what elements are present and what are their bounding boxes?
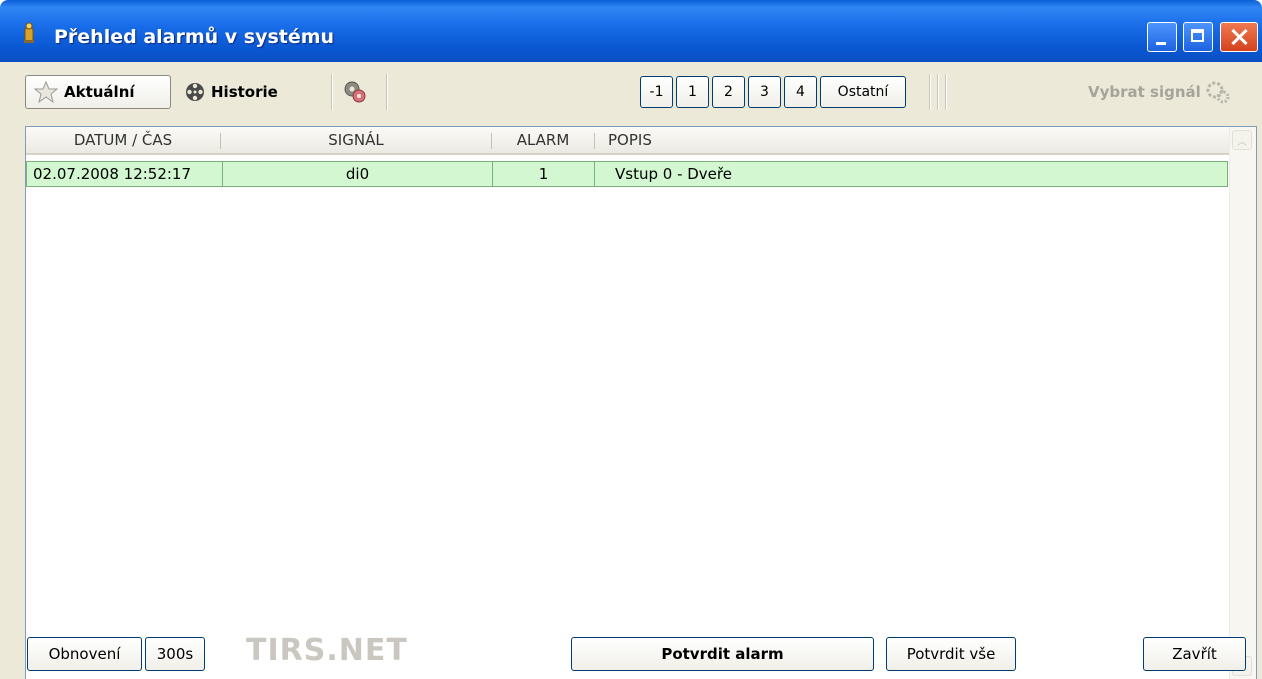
level-button-3[interactable]: 3 [748,76,781,108]
column-header-datetime[interactable]: DATUM / ČAS [26,127,220,153]
close-button[interactable]: Zavřít [1143,637,1246,671]
footer-bar: Obnovení 300s TIRS.NET Potvrdit alarm Po… [0,627,1262,679]
toolbar: Aktuální Historie -1 1 2 3 4 Ostatní Vyb… [0,62,1262,122]
film-reel-icon [186,83,204,101]
star-icon [34,81,58,103]
refresh-interval-button[interactable]: 300s [145,637,205,671]
column-header-signal[interactable]: SIGNÁL [221,127,491,153]
vertical-scrollbar[interactable]: ︿ ﹀ [1229,127,1256,679]
filter-settings-button[interactable] [342,78,372,106]
level-label: 3 [760,84,769,100]
toolbar-separator [937,74,938,110]
level-button-other[interactable]: Ostatní [820,76,906,108]
confirm-all-label: Potvrdit vše [906,645,996,663]
column-header-description[interactable]: POPIS [608,127,1008,153]
tab-history[interactable]: Historie [183,75,278,109]
alarm-table: DATUM / ČAS SIGNÁL ALARM POPIS 02.07.200… [25,126,1257,679]
select-signal-label: Vybrat signál [1088,83,1201,101]
select-signal-button[interactable]: Vybrat signál [1088,75,1231,109]
column-divider[interactable] [594,133,595,149]
close-label: Zavřít [1172,645,1217,663]
interval-label: 300s [156,645,194,663]
cell-description: Vstup 0 - Dveře [615,165,732,183]
close-window-button[interactable] [1220,22,1258,52]
column-header-alarm[interactable]: ALARM [492,127,594,153]
refresh-button[interactable]: Obnovení [27,637,142,671]
confirm-all-button[interactable]: Potvrdit vše [886,637,1016,671]
gears-icon [1206,81,1230,104]
level-button-1[interactable]: 1 [676,76,709,108]
title-bar[interactable]: Přehled alarmů v systému [0,0,1262,62]
toolbar-separator [929,74,930,110]
confirm-alarm-button[interactable]: Potvrdit alarm [571,637,874,671]
minimize-button[interactable] [1147,22,1177,52]
level-label: 4 [796,84,805,100]
scroll-up-button[interactable]: ︿ [1232,130,1252,150]
gear-filter-icon [344,81,366,103]
level-label: Ostatní [837,84,889,100]
level-button-4[interactable]: 4 [784,76,817,108]
toolbar-separator [386,74,387,110]
level-label: 1 [688,84,697,100]
confirm-alarm-label: Potvrdit alarm [661,645,784,663]
maximize-button[interactable] [1183,22,1213,52]
cell-signal: di0 [223,162,493,186]
toolbar-separator [945,74,946,110]
toolbar-separator [331,74,332,110]
table-row[interactable]: 02.07.2008 12:52:17 di0 1 Vstup 0 - Dveř… [26,161,1228,187]
window-body: Aktuální Historie -1 1 2 3 4 Ostatní Vyb… [0,62,1262,679]
level-button-minus1[interactable]: -1 [640,76,673,108]
tab-current[interactable]: Aktuální [25,75,171,109]
tirs-logo: TIRS.NET [246,633,408,668]
alarm-bell-icon [24,22,34,43]
table-header: DATUM / ČAS SIGNÁL ALARM POPIS [26,127,1230,155]
level-button-2[interactable]: 2 [712,76,745,108]
refresh-label: Obnovení [48,645,121,663]
window-title: Přehled alarmů v systému [54,26,335,48]
tab-history-label: Historie [211,83,278,101]
cell-alarm: 1 [493,162,595,186]
alarm-overview-window: Přehled alarmů v systému Aktuální Histor [0,0,1262,679]
level-label: 2 [724,84,733,100]
chevron-up-icon: ︿ [1237,136,1247,148]
cell-datetime: 02.07.2008 12:52:17 [27,162,223,186]
tab-current-label: Aktuální [64,83,135,101]
level-label: -1 [649,84,664,100]
